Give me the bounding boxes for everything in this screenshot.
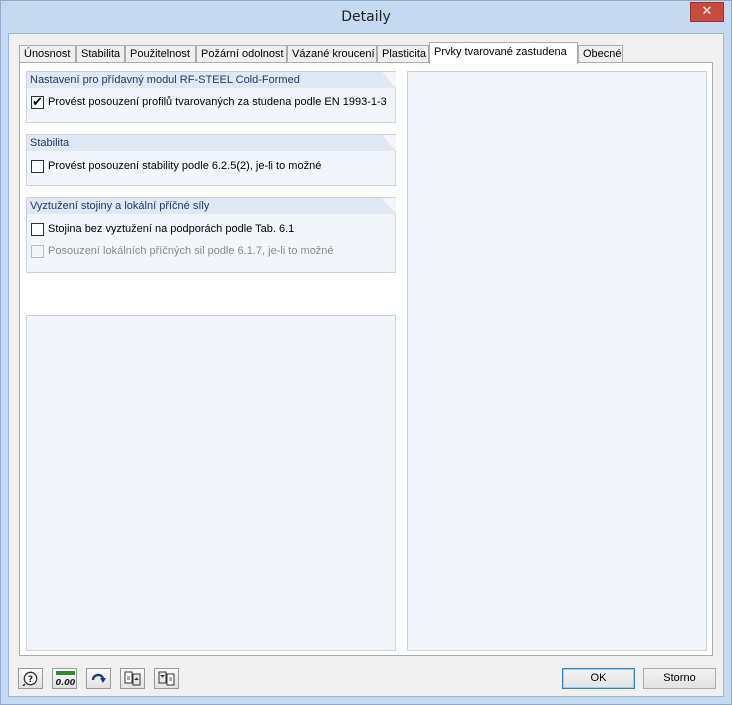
dialog-window: Detaily ✕ Únosnost Stabilita Použitelnos… [0, 0, 732, 705]
option-stability-design-label: Provést posouzení stability podle 6.2.5(… [48, 160, 322, 172]
reset-button[interactable] [86, 668, 111, 689]
tab-stabilita[interactable]: Stabilita [76, 45, 125, 63]
tab-plasticita[interactable]: Plasticita [377, 45, 429, 63]
group-cold-formed-title: Nastavení pro přídavný modul RF-STEEL Co… [27, 72, 396, 88]
title-bar[interactable]: Detaily ✕ [1, 1, 731, 33]
group-stability: Stabilita Provést posouzení stability po… [26, 134, 396, 186]
dialog-client-area: Únosnost Stabilita Použitelnost Požární … [8, 33, 724, 697]
close-icon: ✕ [701, 4, 713, 19]
checkbox-cold-formed-design[interactable] [31, 92, 44, 114]
checkbox-stability-design[interactable] [31, 159, 44, 173]
checkbox-local-transverse-forces [31, 244, 44, 258]
dialog-button-bar: ? 0.00 OK Storno [9, 658, 723, 696]
save-settings-button[interactable] [154, 668, 179, 689]
option-web-unstiffened-label: Stojina bez vyztužení na podporách podle… [48, 223, 295, 235]
units-icon-text: 0.00 [56, 678, 75, 687]
load-icon [124, 671, 141, 686]
tab-unosnost[interactable]: Únosnost [19, 45, 76, 63]
tab-obecne[interactable]: Obecné [578, 45, 623, 63]
tab-prvky-tvarovane-zastudena[interactable]: Prvky tvarované zastudena [429, 42, 578, 64]
group-stability-title: Stabilita [27, 135, 396, 151]
right-empty-panel [407, 71, 707, 651]
help-button[interactable]: ? [18, 668, 43, 689]
group-cold-formed: Nastavení pro přídavný modul RF-STEEL Co… [26, 71, 396, 123]
group-web-stiffening: Vyztužení stojiny a lokální příčné síly … [26, 197, 396, 273]
load-settings-button[interactable] [120, 668, 145, 689]
left-empty-panel [26, 315, 396, 651]
close-button[interactable]: ✕ [690, 2, 724, 22]
help-icon: ? [22, 671, 38, 686]
reset-icon [91, 673, 106, 683]
tab-pozarni-odolnost[interactable]: Požární odolnost [196, 45, 287, 63]
option-cold-formed-design[interactable]: Provést posouzení profilů tvarovaných za… [27, 91, 395, 114]
checkbox-web-unstiffened[interactable] [31, 222, 44, 236]
option-local-transverse-forces: Posouzení lokálních příčných sil podle 6… [27, 240, 395, 262]
option-local-transverse-forces-label: Posouzení lokálních příčných sil podle 6… [48, 245, 334, 257]
window-title: Detaily [341, 9, 391, 25]
units-button[interactable]: 0.00 [52, 668, 77, 689]
option-cold-formed-design-label: Provést posouzení profilů tvarovaných za… [48, 96, 387, 108]
cancel-button[interactable]: Storno [643, 668, 716, 689]
tab-pouzitelnost[interactable]: Použitelnost [125, 45, 196, 63]
units-icon: 0.00 [56, 671, 75, 687]
save-icon [158, 671, 175, 686]
group-web-stiffening-title: Vyztužení stojiny a lokální příčné síly [27, 198, 396, 214]
option-web-unstiffened[interactable]: Stojina bez vyztužení na podporách podle… [27, 218, 395, 240]
tab-panel: Nastavení pro přídavný modul RF-STEEL Co… [19, 62, 713, 656]
ok-button[interactable]: OK [562, 668, 635, 689]
tab-vazane-krouceni[interactable]: Vázané kroucení [287, 45, 377, 63]
option-stability-design[interactable]: Provést posouzení stability podle 6.2.5(… [27, 155, 395, 177]
svg-text:?: ? [28, 675, 33, 685]
